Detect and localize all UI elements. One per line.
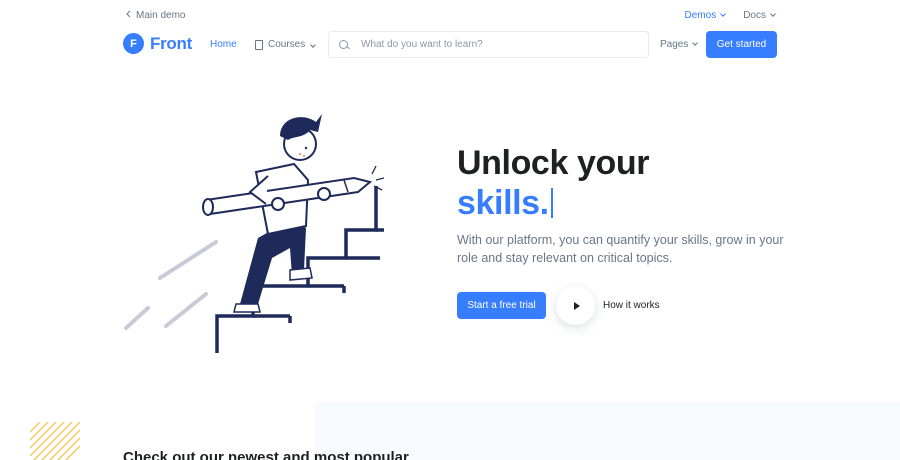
demos-dropdown[interactable]: Demos — [684, 10, 727, 21]
chevron-down-icon — [770, 11, 776, 17]
main-demo-label: Main demo — [136, 10, 186, 21]
hero-title-line2: skills. — [457, 184, 549, 222]
demos-label: Demos — [684, 10, 717, 21]
typing-caret — [550, 188, 553, 218]
logo-mark-icon: F — [121, 33, 144, 55]
logo-letter: F — [130, 37, 137, 50]
hero-illustration — [124, 114, 385, 353]
get-started-button[interactable]: Get started — [706, 31, 777, 58]
front-logo[interactable]: F Front — [121, 33, 192, 55]
docs-label: Docs — [743, 10, 766, 21]
how-it-works-label: How it works — [603, 300, 660, 311]
search-icon — [339, 39, 349, 50]
courses-dropdown[interactable]: Courses — [255, 39, 317, 50]
search-box — [328, 31, 649, 58]
decorative-stripes — [30, 422, 80, 460]
hero-subtitle: With our platform, you can quantify your… — [457, 233, 784, 265]
main-navbar: F Front Home Courses Pages Get started — [0, 30, 900, 60]
chevron-left-icon — [125, 10, 131, 21]
courses-label: Courses — [268, 39, 306, 50]
top-bar-menu: Demos Docs — [684, 10, 776, 21]
play-button[interactable] — [556, 286, 595, 325]
logo-text: Front — [150, 33, 192, 53]
main-demo-link[interactable]: Main demo — [125, 10, 185, 21]
docs-dropdown[interactable]: Docs — [743, 10, 776, 21]
search-input[interactable] — [361, 39, 621, 50]
top-bar: Main demo Demos Docs — [0, 0, 900, 32]
how-it-works-link[interactable]: How it works — [556, 286, 660, 325]
chevron-down-icon — [692, 40, 699, 46]
nav-home-link[interactable]: Home — [210, 39, 237, 50]
pages-label: Pages — [660, 39, 689, 50]
chevron-down-icon — [720, 11, 727, 17]
pages-dropdown[interactable]: Pages — [660, 39, 699, 50]
chevron-down-icon — [310, 41, 317, 48]
hero-title: Unlock your skills. — [457, 143, 649, 223]
book-icon — [255, 39, 263, 50]
start-free-trial-button[interactable]: Start a free trial — [457, 292, 546, 319]
play-icon — [573, 301, 580, 310]
hero-title-line2-wrap: skills. — [457, 183, 557, 223]
section-heading: Check out our newest and most popular — [123, 449, 409, 460]
hero-title-line1: Unlock your — [457, 144, 650, 182]
